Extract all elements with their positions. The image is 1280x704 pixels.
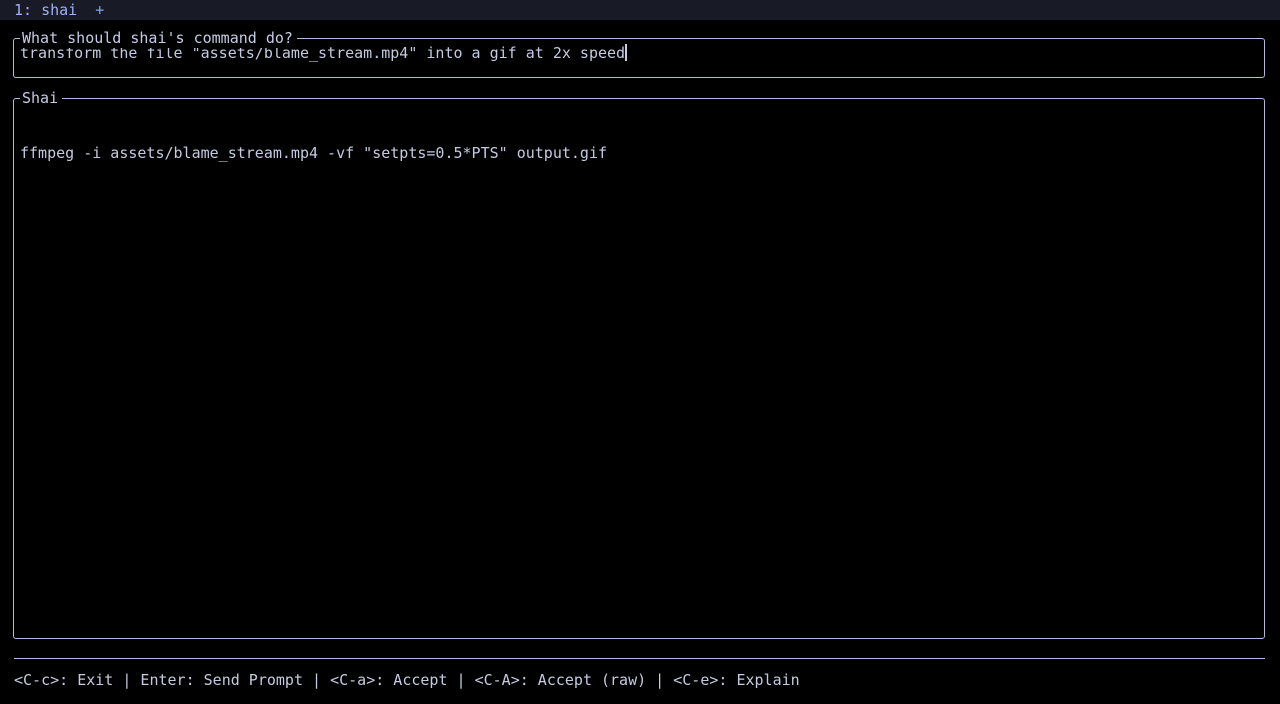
- suggested-command[interactable]: ffmpeg -i assets/blame_stream.mp4 -vf "s…: [20, 143, 1264, 163]
- prompt-panel-title: What should shai's command do?: [20, 28, 297, 48]
- output-panel: Shai ffmpeg -i assets/blame_stream.mp4 -…: [13, 88, 1265, 639]
- output-panel-title: Shai: [20, 88, 63, 108]
- tab-bar: 1: shai +: [0, 0, 1280, 20]
- tab-shai[interactable]: 1: shai: [14, 0, 77, 20]
- prompt-panel[interactable]: What should shai's command do? transform…: [13, 28, 1265, 78]
- new-tab-icon[interactable]: +: [95, 0, 104, 20]
- output-panel-body: ffmpeg -i assets/blame_stream.mp4 -vf "s…: [14, 99, 1264, 203]
- footer-divider: [14, 658, 1265, 659]
- text-cursor: [625, 44, 628, 61]
- footer-shortcuts: <C-c>: Exit | Enter: Send Prompt | <C-a>…: [14, 671, 800, 689]
